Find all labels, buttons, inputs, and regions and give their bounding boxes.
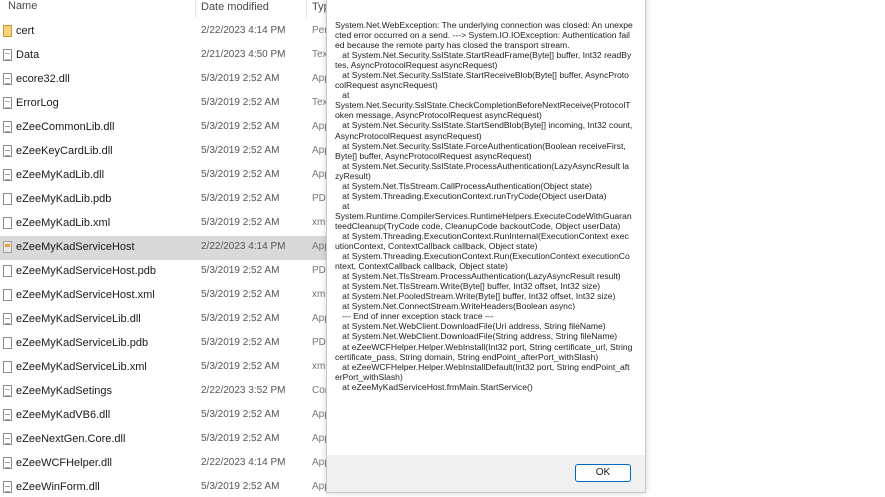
file-row[interactable]: eZeeWCFHelper.dll 2/22/2023 4:14 PM App — [0, 452, 330, 476]
file-row[interactable]: eZeeMyKadLib.pdb 5/3/2019 2:52 AM PDI — [0, 188, 330, 212]
file-date-modified: 5/3/2019 2:52 AM — [201, 433, 280, 444]
file-date-modified: 5/3/2019 2:52 AM — [201, 193, 280, 204]
file-name: Data — [16, 49, 40, 61]
column-divider[interactable] — [195, 0, 196, 18]
file-name: eZeeMyKadServiceLib.xml — [16, 361, 147, 373]
file-date-modified: 5/3/2019 2:52 AM — [201, 97, 280, 108]
file-row[interactable]: eZeeMyKadSetings 2/22/2023 3:52 PM Cor — [0, 380, 330, 404]
file-name: eZeeMyKadServiceHost.pdb — [16, 265, 157, 277]
file-name: eZeeMyKadLib.dll — [16, 169, 105, 181]
file-date-modified: 2/21/2023 4:50 PM — [201, 49, 286, 60]
file-row[interactable]: eZeeKeyCardLib.dll 5/3/2019 2:52 AM App — [0, 140, 330, 164]
file-row[interactable]: eZeeMyKadServiceLib.pdb 5/3/2019 2:52 AM P… — [0, 332, 330, 356]
file-icon — [3, 289, 12, 301]
file-name: eZeeMyKadServiceHost — [16, 241, 135, 253]
file-name: eZeeMyKadServiceLib.dll — [16, 313, 141, 325]
dialog-footer: OK — [327, 455, 645, 492]
file-name: eZeeMyKadVB6.dll — [16, 409, 111, 421]
file-row[interactable]: eZeeMyKadServiceLib.xml 5/3/2019 2:52 AM x… — [0, 356, 330, 380]
file-row[interactable]: eZeeMyKadServiceLib.dll 5/3/2019 2:52 AM A… — [0, 308, 330, 332]
background-area — [645, 0, 885, 497]
file-date-modified: 2/22/2023 4:14 PM — [201, 241, 286, 252]
file-row[interactable]: eZeeMyKadServiceHost.pdb 5/3/2019 2:52 AM… — [0, 260, 330, 284]
ok-button[interactable]: OK — [575, 464, 631, 482]
file-row[interactable]: ecore32.dll 5/3/2019 2:52 AM App — [0, 68, 330, 92]
file-date-modified: 2/22/2023 3:52 PM — [201, 385, 286, 396]
file-icon — [3, 217, 12, 229]
file-name: eZeeMyKadSetings — [16, 385, 112, 397]
dll-file-icon — [3, 409, 12, 421]
file-date-modified: 5/3/2019 2:52 AM — [201, 169, 280, 180]
file-name: eZeeMyKadLib.pdb — [16, 193, 112, 205]
file-row[interactable]: Data 2/21/2023 4:50 PM Tex — [0, 44, 330, 68]
file-name: ecore32.dll — [16, 73, 70, 85]
application-icon — [3, 241, 12, 253]
file-name: eZeeMyKadLib.xml — [16, 217, 111, 229]
file-date-modified: 5/3/2019 2:52 AM — [201, 337, 280, 348]
file-date-modified: 5/3/2019 2:52 AM — [201, 121, 280, 132]
file-row[interactable]: eZeeMyKadLib.dll 5/3/2019 2:52 AM App — [0, 164, 330, 188]
dll-file-icon — [3, 457, 12, 469]
file-name: eZeeMyKadServiceLib.pdb — [16, 337, 149, 349]
file-explorer: Name Date modified Typ cert 2/22/2023 4:1… — [0, 0, 330, 497]
dll-file-icon — [3, 169, 12, 181]
column-header-name[interactable]: Name — [8, 0, 37, 12]
file-date-modified: 5/3/2019 2:52 AM — [201, 409, 280, 420]
dll-file-icon — [3, 433, 12, 445]
column-header-bar: Name Date modified Typ — [0, 0, 330, 18]
dll-file-icon — [3, 121, 12, 133]
error-dialog: System.Net.WebException: The underlying … — [326, 0, 646, 493]
file-name: eZeeMyKadServiceHost.xml — [16, 289, 155, 301]
file-date-modified: 2/22/2023 4:14 PM — [201, 25, 286, 36]
file-date-modified: 5/3/2019 2:52 AM — [201, 289, 280, 300]
dll-file-icon — [3, 145, 12, 157]
file-icon — [3, 265, 12, 277]
file-icon — [3, 193, 12, 205]
file-name: eZeeWinForm.dll — [16, 481, 100, 493]
file-row[interactable]: eZeeCommonLib.dll 5/3/2019 2:52 AM App — [0, 116, 330, 140]
certificate-icon — [3, 25, 12, 37]
file-row[interactable]: ErrorLog 5/3/2019 2:52 AM Tex — [0, 92, 330, 116]
file-date-modified: 5/3/2019 2:52 AM — [201, 145, 280, 156]
text-file-icon — [3, 97, 12, 109]
file-row[interactable]: eZeeNextGen.Core.dll 5/3/2019 2:52 AM App — [0, 428, 330, 452]
file-name: eZeeCommonLib.dll — [16, 121, 115, 133]
config-file-icon — [3, 385, 12, 397]
file-date-modified: 5/3/2019 2:52 AM — [201, 481, 280, 492]
file-row[interactable]: eZeeMyKadVB6.dll 5/3/2019 2:52 AM App — [0, 404, 330, 428]
file-name: eZeeNextGen.Core.dll — [16, 433, 126, 445]
file-row[interactable]: eZeeWinForm.dll 5/3/2019 2:52 AM App — [0, 476, 330, 497]
file-date-modified: 5/3/2019 2:52 AM — [201, 73, 280, 84]
file-icon — [3, 361, 12, 373]
dll-file-icon — [3, 313, 12, 325]
file-list: cert 2/22/2023 4:14 PM Per Data 2/21/2023 4:… — [0, 20, 330, 497]
file-date-modified: 5/3/2019 2:52 AM — [201, 313, 280, 324]
file-icon — [3, 337, 12, 349]
file-date-modified: 5/3/2019 2:52 AM — [201, 217, 280, 228]
file-row[interactable]: eZeeMyKadServiceHost.xml 5/3/2019 2:52 AM… — [0, 284, 330, 308]
column-header-date-modified[interactable]: Date modified — [201, 1, 269, 13]
file-row[interactable]: cert 2/22/2023 4:14 PM Per — [0, 20, 330, 44]
file-name: ErrorLog — [16, 97, 59, 109]
file-date-modified: 5/3/2019 2:52 AM — [201, 361, 280, 372]
error-message-text: System.Net.WebException: The underlying … — [335, 20, 633, 392]
file-date-modified: 5/3/2019 2:52 AM — [201, 265, 280, 276]
file-row[interactable]: eZeeMyKadLib.xml 5/3/2019 2:52 AM xml — [0, 212, 330, 236]
file-name: eZeeKeyCardLib.dll — [16, 145, 113, 157]
dll-file-icon — [3, 73, 12, 85]
file-row[interactable]: eZeeMyKadServiceHost 2/22/2023 4:14 PM App — [0, 236, 330, 260]
file-date-modified: 2/22/2023 4:14 PM — [201, 457, 286, 468]
file-name: cert — [16, 25, 35, 37]
text-file-icon — [3, 49, 12, 61]
dll-file-icon — [3, 481, 12, 493]
file-type: xm — [312, 289, 326, 300]
column-divider[interactable] — [306, 0, 307, 18]
file-name: eZeeWCFHelper.dll — [16, 457, 112, 469]
